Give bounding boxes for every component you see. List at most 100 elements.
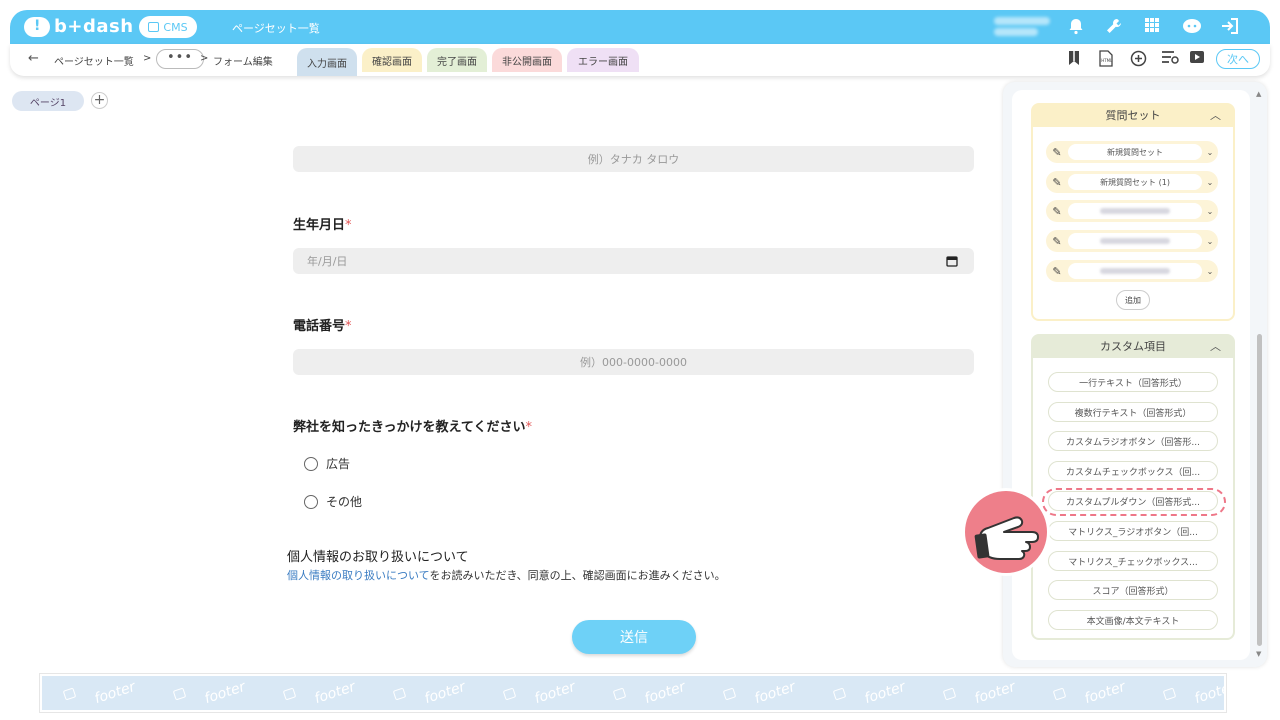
image-icon [392, 687, 407, 701]
custom-item-single-line[interactable]: 一行テキスト（回答形式） [1048, 372, 1218, 392]
privacy-body: をお読みいただき、同意の上、確認画面にお進みください。 [429, 569, 726, 582]
pointing-hand-icon [960, 486, 1052, 578]
chevron-up-icon[interactable]: ︿ [1210, 107, 1221, 123]
footer-watermark: footer [642, 678, 688, 708]
qset-select[interactable]: 新規質問セット [1068, 144, 1202, 160]
qset-select[interactable]: 新規質問セット (1) [1068, 174, 1202, 190]
chevron-up-icon[interactable]: ︿ [1210, 338, 1221, 354]
user-info-blurred[interactable] [994, 14, 1054, 40]
footer-watermark: footer [202, 678, 248, 708]
radio-option-ad[interactable]: 広告 [304, 455, 350, 472]
image-icon [1052, 687, 1067, 701]
qset-item-blurred[interactable]: ✎ ⌄ [1046, 260, 1218, 282]
pencil-icon[interactable]: ✎ [1046, 235, 1068, 248]
brand-name: b+dash [54, 16, 134, 37]
add-page-button[interactable]: + [91, 92, 108, 109]
play-icon[interactable] [1187, 50, 1207, 70]
name-input[interactable]: 例）タナカ タロウ [293, 146, 974, 172]
page-tab-1[interactable]: ページ1 [12, 91, 84, 111]
bell-icon[interactable] [1066, 17, 1086, 37]
custom-item-matrix-radio[interactable]: マトリクス_ラジオボタン（回... [1048, 521, 1218, 541]
source-question-label: 弊社を知ったきっかけを教えてください* [293, 416, 532, 435]
chevron-down-icon[interactable]: ⌄ [1202, 178, 1218, 187]
panel-scrollbar[interactable] [1257, 334, 1262, 646]
highlight-dashed-outline [1042, 488, 1226, 516]
footer-watermark: footer [972, 678, 1018, 708]
qset-item-blurred[interactable]: ✎ ⌄ [1046, 200, 1218, 222]
logout-icon[interactable] [1220, 17, 1240, 37]
birthdate-input[interactable]: 年/月/日 [293, 248, 974, 274]
image-icon [62, 687, 77, 701]
add-circle-icon[interactable] [1128, 50, 1148, 70]
qset-select-blurred[interactable] [1068, 233, 1202, 249]
wrench-icon[interactable] [1104, 17, 1124, 37]
tab-private-screen[interactable]: 非公開画面 [492, 48, 562, 72]
image-icon [1162, 687, 1177, 701]
qset-item[interactable]: ✎ 新規質問セット ⌄ [1046, 141, 1218, 163]
qset-item[interactable]: ✎ 新規質問セット (1) ⌄ [1046, 171, 1218, 193]
footer-placeholder[interactable]: footer footer footer footer footer foote… [40, 674, 1226, 712]
image-icon [832, 687, 847, 701]
custom-section-header[interactable]: カスタム項目 ︿ [1031, 334, 1235, 358]
radio-label: 広告 [326, 457, 351, 471]
pencil-icon[interactable]: ✎ [1046, 176, 1068, 189]
tab-input-screen[interactable]: 入力画面 [297, 48, 357, 76]
tab-confirm-screen[interactable]: 確認画面 [362, 48, 422, 72]
qset-select-blurred[interactable] [1068, 263, 1202, 279]
custom-section-title: カスタム項目 [1100, 340, 1166, 353]
html-file-icon[interactable]: HTML [1096, 50, 1116, 70]
scroll-up-arrow-icon[interactable]: ▲ [1256, 90, 1261, 98]
qset-select-blurred[interactable] [1068, 203, 1202, 219]
custom-item-matrix-checkbox[interactable]: マトリクス_チェックボックス... [1048, 551, 1218, 571]
breadcrumb-form-edit: フォーム編集 [213, 57, 273, 68]
pencil-icon[interactable]: ✎ [1046, 265, 1068, 278]
birthdate-label: 生年月日* [293, 214, 352, 233]
bookmark-icon[interactable] [1064, 50, 1084, 70]
breadcrumb-pageset-list[interactable]: ページセット一覧 [54, 53, 134, 68]
radio-option-other[interactable]: その他 [304, 493, 362, 510]
brand-logo[interactable]: b+dash [24, 16, 134, 37]
chevron-down-icon[interactable]: ⌄ [1202, 237, 1218, 246]
grid-icon[interactable] [1142, 17, 1162, 37]
custom-item-radio[interactable]: カスタムラジオボタン（回答形... [1048, 431, 1218, 451]
breadcrumb-more-button[interactable]: ••• [156, 49, 204, 69]
calendar-icon[interactable] [946, 255, 958, 270]
qset-section-header[interactable]: 質問セット ︿ [1031, 103, 1235, 127]
tab-complete-screen[interactable]: 完了画面 [427, 48, 487, 72]
birthdate-label-text: 生年月日 [293, 218, 346, 233]
chevron-down-icon[interactable]: ⌄ [1202, 207, 1218, 216]
pencil-icon[interactable]: ✎ [1046, 205, 1068, 218]
radio-button[interactable] [304, 456, 318, 471]
back-arrow-icon[interactable]: ← [28, 51, 39, 66]
cms-label: CMS [163, 20, 188, 34]
scroll-down-arrow-icon[interactable]: ▼ [1256, 650, 1261, 658]
required-mark: * [345, 218, 352, 233]
custom-item-multi-line[interactable]: 複数行テキスト（回答形式） [1048, 402, 1218, 422]
pencil-icon[interactable]: ✎ [1046, 146, 1068, 159]
privacy-link[interactable]: 個人情報の取り扱いについて [287, 569, 429, 582]
add-qset-button[interactable]: 追加 [1116, 290, 1150, 310]
custom-item-score[interactable]: スコア（回答形式） [1048, 580, 1218, 600]
tab-error-screen[interactable]: エラー画面 [567, 48, 639, 72]
qset-item-blurred[interactable]: ✎ ⌄ [1046, 230, 1218, 252]
radio-label: その他 [326, 495, 363, 509]
submit-button[interactable]: 送信 [572, 620, 696, 654]
custom-item-checkbox[interactable]: カスタムチェックボックス（回... [1048, 461, 1218, 481]
radio-button[interactable] [304, 494, 318, 509]
cms-button[interactable]: CMS [139, 16, 197, 38]
required-mark: * [525, 420, 532, 435]
list-settings-icon[interactable] [1160, 50, 1180, 70]
breadcrumb-separator: > [143, 53, 152, 64]
support-icon[interactable] [1180, 17, 1204, 37]
footer-watermark: footer [1192, 678, 1226, 708]
header-title: ページセット一覧 [232, 22, 320, 35]
phone-input[interactable]: 例）000-0000-0000 [293, 349, 974, 375]
next-button[interactable]: 次へ [1216, 49, 1260, 69]
top-header: b+dash CMS ページセット一覧 [10, 10, 1270, 44]
chevron-down-icon[interactable]: ⌄ [1202, 267, 1218, 276]
chevron-down-icon[interactable]: ⌄ [1202, 148, 1218, 157]
sub-toolbar: ← ページセット一覧 > ••• > フォーム編集 入力画面 確認画面 完了画面… [10, 44, 1270, 76]
footer-watermark: footer [312, 678, 358, 708]
custom-item-body-content[interactable]: 本文画像/本文テキスト [1048, 610, 1218, 630]
image-icon [502, 687, 517, 701]
